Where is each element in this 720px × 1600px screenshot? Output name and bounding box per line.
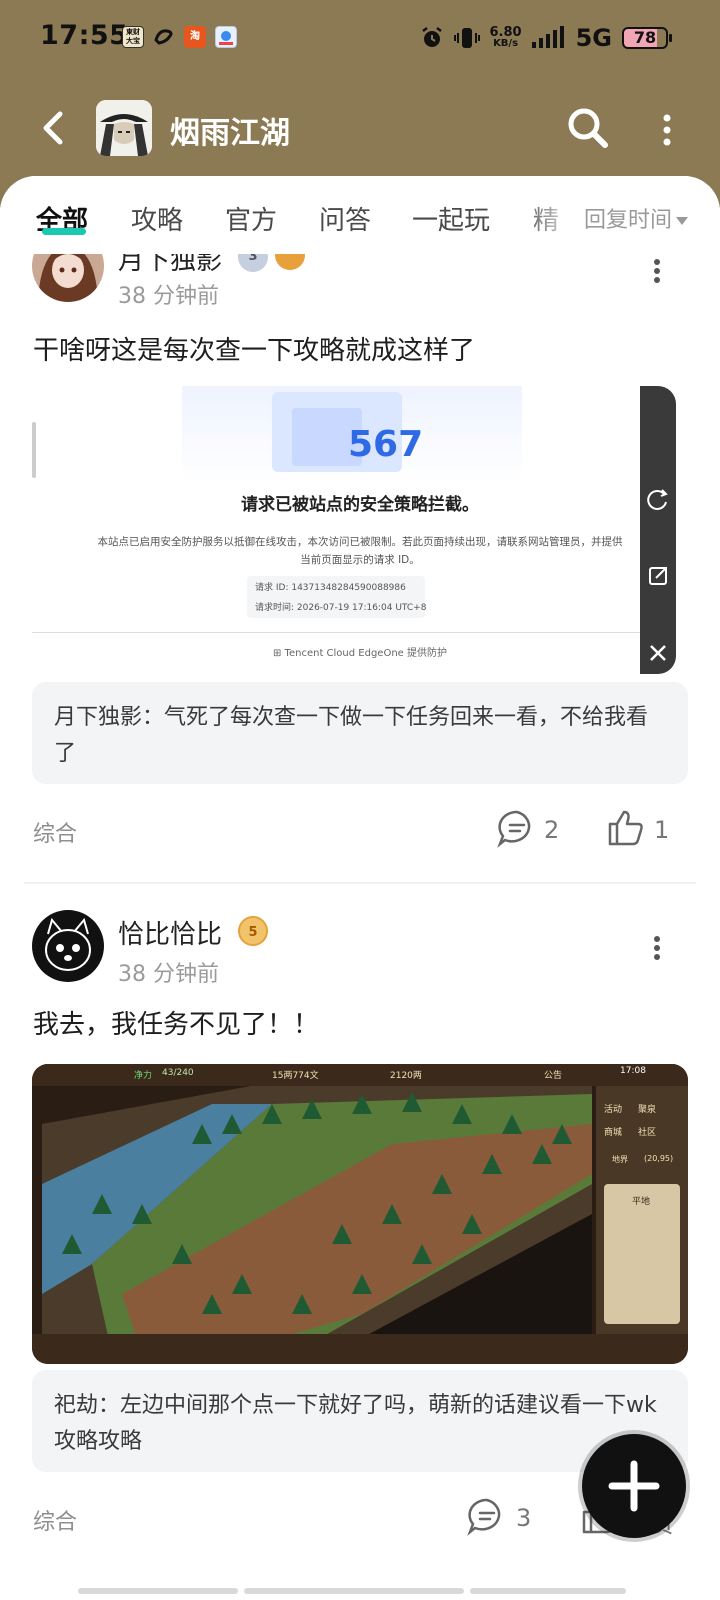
news-app-icon: 東财 大宝 xyxy=(122,26,144,48)
floating-toolbar xyxy=(640,386,676,674)
hud-stamina: 43/240 xyxy=(162,1068,194,1078)
level-badge-number: 5 xyxy=(248,925,258,940)
post-author[interactable]: 恰比恰比 xyxy=(118,914,222,951)
sort-label: 回复时间 xyxy=(584,208,673,233)
comments-count: 2 xyxy=(544,816,560,844)
feed-sheet: 全部 攻略 官方 问答 一起玩 精 回复时间 月下独影 3 38 分钟前 干啥呀… xyxy=(0,176,720,1600)
battery-level: 78 xyxy=(633,28,657,47)
post-image[interactable]: 净力 43/240 15两774文 2120两 公告 17:08 活动 聚泉 商城… xyxy=(32,1064,688,1364)
active-tab-indicator xyxy=(42,228,86,235)
create-post-button[interactable] xyxy=(576,1428,692,1544)
browser-app-icon xyxy=(215,26,237,48)
tab-official[interactable]: 官方 xyxy=(225,200,277,237)
error-desc-2: 当前页面显示的请求 ID。 xyxy=(300,554,420,566)
hud-time: 17:08 xyxy=(620,1066,646,1076)
hud-menu: 活动 聚泉 商城 社区 xyxy=(604,1102,684,1138)
like-icon[interactable] xyxy=(606,808,646,848)
post-more-icon[interactable] xyxy=(651,936,663,962)
hud-terrain: 平地 xyxy=(632,1197,651,1207)
taobao-app-icon: 淘 xyxy=(184,26,206,48)
post-text[interactable]: 我去，我任务不见了！！ xyxy=(33,1004,319,1041)
hud-stamina-label: 净力 xyxy=(134,1071,153,1081)
post-divider xyxy=(24,882,696,884)
hud-notice: 公告 xyxy=(544,1071,563,1081)
status-app-icons: 東财 大宝 淘 xyxy=(122,26,237,48)
net-speed: 6.80 KB/s xyxy=(489,25,522,49)
comment-icon[interactable] xyxy=(496,808,538,848)
error-title: 请求已被站点的安全策略拦截。 xyxy=(241,495,479,515)
back-arrow-icon[interactable] xyxy=(36,106,76,150)
comment-text: 左边中间那个点一下就好了吗，萌新的话建议看一下wk攻略攻略 xyxy=(54,1393,657,1454)
post-text[interactable]: 干啥呀这是每次查一下攻略就成这样了 xyxy=(33,330,475,367)
comment-icon[interactable] xyxy=(466,1496,508,1536)
post-more-icon[interactable] xyxy=(651,259,663,285)
group-avatar[interactable] xyxy=(96,100,152,156)
post-image[interactable]: 567 请求已被站点的安全策略拦截。 本站点已启用安全防护服务以抵御在线攻击，本… xyxy=(32,386,688,676)
page-indicator xyxy=(470,1588,626,1594)
app-bar: 烟雨江湖 xyxy=(0,80,720,176)
menu-shop: 商城 xyxy=(604,1128,623,1138)
request-info-box: 请求 ID: 14371348284590088986 请求时间: 2026-0… xyxy=(247,576,427,618)
menu-community: 社区 xyxy=(638,1128,657,1138)
network-type: 5G xyxy=(575,24,612,52)
share-icon[interactable] xyxy=(640,560,676,590)
game-map xyxy=(32,1064,688,1364)
scroll-handle xyxy=(32,422,36,478)
level-badge: 5 xyxy=(238,916,268,946)
plus-icon xyxy=(608,1460,660,1512)
menu-activity: 活动 xyxy=(604,1105,623,1115)
signal-icon xyxy=(531,26,564,48)
tab-guides[interactable]: 攻略 xyxy=(131,200,183,237)
post-time: 38 分钟前 xyxy=(118,284,219,309)
tab-qa[interactable]: 问答 xyxy=(319,200,371,237)
status-right: 6.80 KB/s 5G 78 xyxy=(420,24,672,52)
post-category[interactable]: 综合 xyxy=(33,816,77,848)
vibrate-icon xyxy=(453,28,480,48)
sort-dropdown[interactable]: 回复时间 xyxy=(580,202,689,234)
comments-count: 3 xyxy=(516,1504,532,1532)
tabs-fade xyxy=(520,176,580,248)
request-time: 请求时间: 2026-07-19 17:16:04 UTC+8 xyxy=(255,603,427,613)
group-title: 烟雨江湖 xyxy=(170,116,290,151)
net-speed-unit: KB/s xyxy=(493,38,519,49)
alarm-icon xyxy=(421,27,442,47)
comment-author: 祀劫： xyxy=(54,1393,121,1418)
likes-count: 1 xyxy=(654,816,670,844)
post-category[interactable]: 综合 xyxy=(33,1504,77,1536)
net-speed-value: 6.80 xyxy=(489,25,522,40)
error-code: 567 xyxy=(348,424,424,465)
hud-region: 地界 xyxy=(612,1155,628,1164)
page-indicator xyxy=(244,1588,464,1594)
status-time: 17:55 xyxy=(40,20,129,51)
category-tabs: 全部 攻略 官方 问答 一起玩 精 回复时间 xyxy=(0,176,720,248)
comment-author: 月下独影： xyxy=(54,705,165,730)
page-indicator xyxy=(78,1588,238,1594)
error-desc-1: 本站点已启用安全防护服务以抵御在线攻击，本次访问已被限制。若此页面持续出现，请联… xyxy=(97,536,623,548)
edgeone-footer: ⊞ Tencent Cloud EdgeOne 提供防护 xyxy=(273,648,447,659)
refresh-icon[interactable] xyxy=(640,484,676,514)
image-divider xyxy=(32,632,642,633)
hud-coins: 2120两 xyxy=(390,1071,422,1081)
hud-money: 15两774文 xyxy=(272,1071,319,1081)
post-time: 38 分钟前 xyxy=(118,962,219,987)
featured-comment[interactable]: 月下独影：气死了每次查一下做一下任务回来一看，不给我看了 xyxy=(32,682,688,784)
hud-region-coords: (20,95) xyxy=(644,1154,674,1163)
avatar[interactable] xyxy=(32,910,104,982)
battery-icon: 78 xyxy=(622,27,672,49)
more-vertical-icon[interactable] xyxy=(652,110,682,150)
status-bar: 17:55 東财 大宝 淘 6.80 KB/s 5G 78 xyxy=(0,0,720,80)
chevron-down-icon xyxy=(676,217,689,225)
sport-app-icon xyxy=(153,26,175,48)
menu-gather: 聚泉 xyxy=(638,1105,657,1115)
request-id: 请求 ID: 14371348284590088986 xyxy=(255,583,406,593)
search-icon[interactable] xyxy=(566,106,610,150)
tab-play-together[interactable]: 一起玩 xyxy=(412,200,490,237)
close-icon[interactable] xyxy=(640,638,676,668)
